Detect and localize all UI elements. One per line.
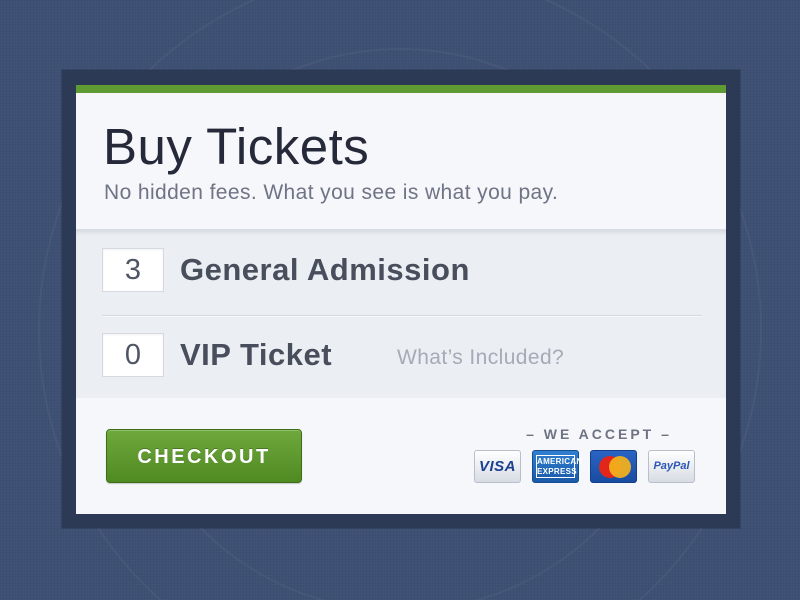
ticket-row-vip: 0 VIP Ticket What’s Included?: [102, 333, 702, 381]
page-subtitle: No hidden fees. What you see is what you…: [104, 181, 559, 204]
american-express-icon: AMERICAN EXPRESS: [532, 450, 583, 483]
amex-label: AMERICAN EXPRESS: [536, 455, 583, 478]
vip-quantity-input[interactable]: 0: [102, 333, 164, 377]
checkout-button[interactable]: CHECKOUT: [106, 429, 302, 483]
page-title: Buy Tickets: [103, 118, 370, 175]
ticket-list: 3 General Admission 0 VIP Ticket What’s …: [76, 229, 726, 400]
ticket-row-general-admission: 3 General Admission: [102, 248, 702, 296]
accent-bar: [76, 85, 726, 93]
paypal-label: PayPal: [653, 460, 690, 472]
panel-footer: CHECKOUT – WE ACCEPT – VISA AMERICAN EXP…: [76, 398, 726, 514]
general-admission-quantity-input[interactable]: 3: [102, 248, 164, 292]
visa-label: VISA: [478, 458, 516, 475]
ticket-divider: [102, 315, 702, 317]
we-accept-label: – WE ACCEPT –: [526, 426, 672, 442]
whats-included-link[interactable]: What’s Included?: [397, 343, 564, 373]
general-admission-label: General Admission: [180, 252, 470, 287]
mastercard-icon: [590, 450, 637, 483]
paypal-icon: PayPal: [648, 450, 695, 483]
visa-icon: VISA: [474, 450, 521, 483]
buy-tickets-panel: Buy Tickets No hidden fees. What you see…: [76, 85, 726, 514]
vip-ticket-label: VIP Ticket: [180, 337, 333, 372]
panel-header: Buy Tickets No hidden fees. What you see…: [76, 93, 726, 229]
mastercard-circles-icon: [591, 451, 638, 484]
payment-methods: VISA AMERICAN EXPRESS PayPal: [474, 450, 699, 486]
